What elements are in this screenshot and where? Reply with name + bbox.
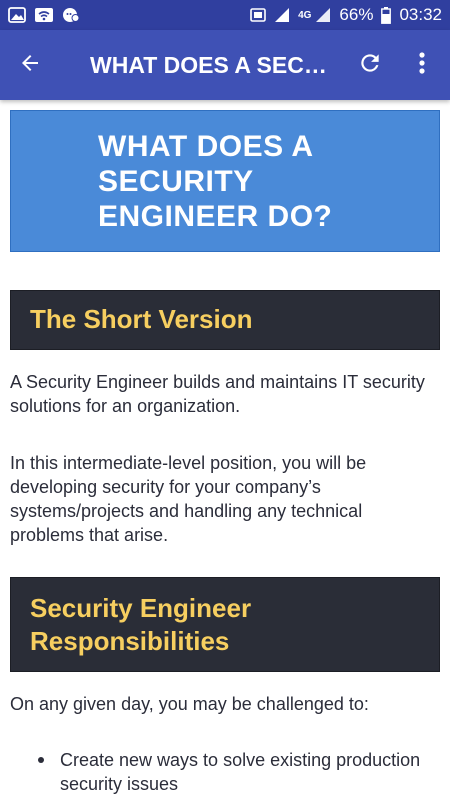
battery-percent: 66% — [339, 5, 374, 24]
section-title-responsibilities: Security Engineer Responsibilities — [30, 592, 251, 658]
signal-icon-2 — [315, 7, 331, 23]
status-right: 4G 66% 03:32 — [250, 5, 442, 25]
paragraph-intro: A Security Engineer builds and maintains… — [10, 372, 425, 416]
hero-title-line-2: SECURITY — [98, 165, 254, 198]
list-item: Create new ways to solve existing produc… — [10, 748, 440, 796]
signal-icon — [274, 7, 290, 23]
hero-banner: WHAT DOES A SECURITY ENGINEER DO? — [10, 110, 440, 252]
hero-title-line-1: WHAT DOES A — [98, 130, 314, 163]
status-left — [8, 7, 80, 23]
more-vert-icon — [418, 51, 426, 80]
wifi-icon — [34, 7, 54, 23]
paragraph-position: In this intermediate-level position, you… — [10, 453, 367, 545]
photo-icon — [8, 7, 26, 23]
responsibilities-list: Create new ways to solve existing produc… — [10, 748, 440, 796]
battery-icon — [381, 6, 392, 24]
back-button[interactable] — [12, 47, 48, 83]
hero-title: WHAT DOES A SECURITY ENGINEER DO? — [98, 129, 428, 234]
screenshot-icon — [250, 7, 266, 23]
section-heading-short-version: The Short Version — [10, 290, 440, 350]
section-heading-responsibilities: Security Engineer Responsibilities — [10, 577, 440, 672]
status-bar: 4G 66% 03:32 — [0, 0, 450, 30]
article-content[interactable]: WHAT DOES A SECURITY ENGINEER DO? The Sh… — [0, 100, 450, 800]
bullet-dot — [38, 757, 44, 763]
refresh-icon — [357, 50, 383, 81]
list-item-text: Create new ways to solve existing produc… — [60, 750, 421, 794]
app-bar: WHAT DOES A SEC… — [0, 30, 450, 100]
network-type: 4G — [298, 9, 312, 21]
section-title-line-2: Responsibilities — [30, 626, 230, 656]
refresh-button[interactable] — [352, 47, 388, 83]
clock: 03:32 — [399, 5, 442, 24]
overflow-menu-button[interactable] — [408, 47, 436, 83]
section-title-line-1: Security Engineer — [30, 593, 252, 623]
section-title-short-version: The Short Version — [30, 304, 253, 334]
paragraph-challenge: On any given day, you may be challenged … — [10, 694, 369, 714]
chat-icon — [62, 7, 80, 23]
page-title: WHAT DOES A SEC… — [90, 52, 327, 78]
arrow-left-icon — [18, 51, 42, 80]
hero-title-line-3: ENGINEER DO? — [98, 200, 333, 233]
